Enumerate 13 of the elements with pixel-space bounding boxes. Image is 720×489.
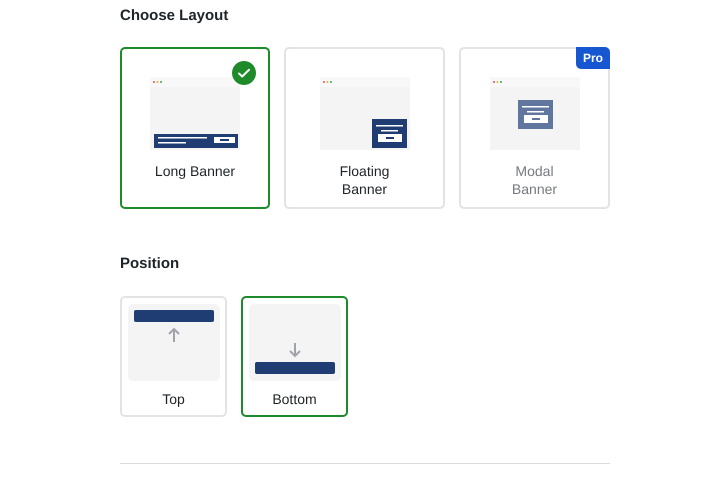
section-title: Choose Layout [120, 6, 230, 26]
position-label: Bottom [272, 391, 317, 407]
checkmark-icon [232, 61, 256, 85]
pro-badge: Pro [576, 47, 610, 69]
layout-label: Modal Banner [510, 162, 558, 198]
position-label: Top [162, 391, 185, 407]
position-option-card[interactable]: Top [120, 296, 227, 417]
section-title: Position [120, 254, 180, 274]
position-option-card[interactable]: Bottom [241, 296, 348, 417]
layout-option-card[interactable]: Long Banner [120, 47, 270, 209]
layout-label: Long Banner [154, 162, 236, 180]
layout-option-card[interactable]: Floating Banner [284, 47, 445, 209]
layout-label: Floating Banner [338, 162, 390, 198]
